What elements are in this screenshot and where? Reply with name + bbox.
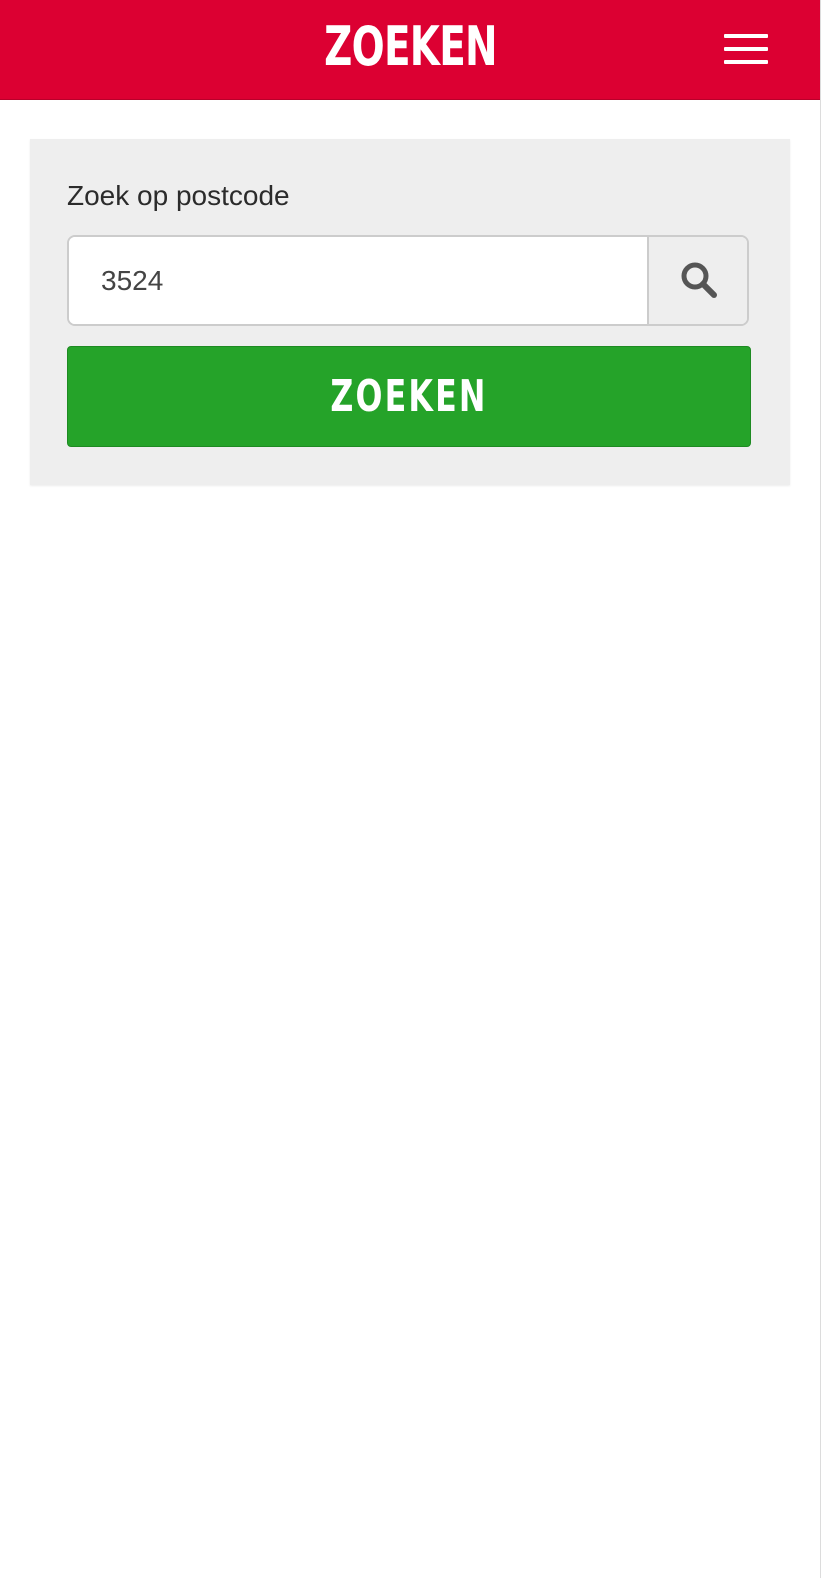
page-edge-divider [820,0,821,1578]
header-title: ZOEKEN [324,15,497,78]
postcode-input[interactable] [69,237,647,324]
page: ZOEKEN Zoek op postcode ZOEKEN [0,0,826,1578]
search-submit-button[interactable]: ZOEKEN [67,346,751,447]
menu-bar [724,34,768,38]
postcode-input-group [67,235,749,326]
magnifier-icon [681,262,717,298]
search-addon-button[interactable] [647,237,747,324]
site-header: ZOEKEN [0,0,821,100]
hamburger-menu-icon[interactable] [724,28,768,68]
menu-bar [724,60,768,64]
menu-bar [724,47,768,51]
postcode-label: Zoek op postcode [67,180,290,211]
search-submit-label: ZOEKEN [330,371,488,422]
